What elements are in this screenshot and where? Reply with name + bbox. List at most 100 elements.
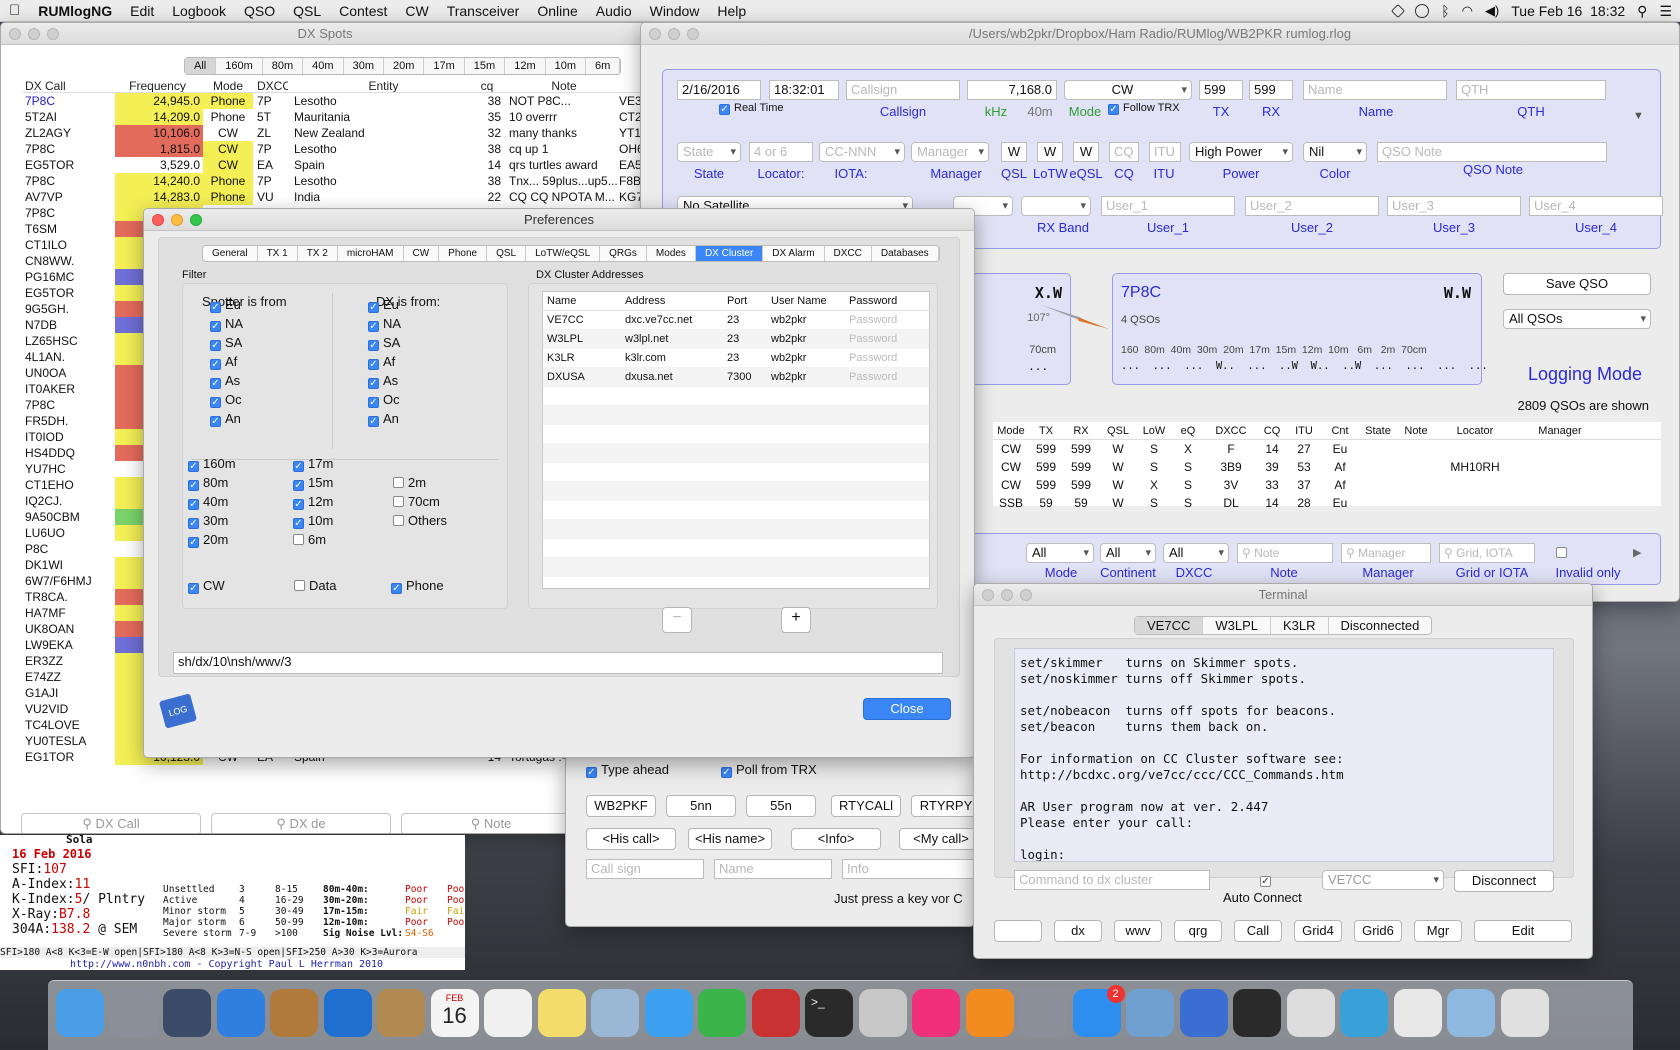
menu-logbook[interactable]: Logbook bbox=[163, 3, 235, 19]
minimize-button[interactable] bbox=[28, 28, 40, 40]
menu-edit[interactable]: Edit bbox=[121, 3, 163, 19]
apple-menu-icon[interactable]:  bbox=[0, 2, 29, 19]
follow-trx-checkbox[interactable]: ✓ Follow TRX bbox=[1108, 102, 1180, 115]
menu-cw[interactable]: CW bbox=[396, 3, 437, 19]
band-20m[interactable]: 20m bbox=[384, 58, 425, 74]
edit-button[interactable]: Edit bbox=[1474, 920, 1572, 942]
address-row[interactable]: K3LR k3lr.com 23 wb2pkr Password bbox=[543, 349, 929, 368]
band-160m-checkbox[interactable]: ✓ 160m bbox=[188, 456, 236, 472]
trash-icon[interactable] bbox=[1500, 989, 1549, 1037]
log-col-header[interactable]: Locator bbox=[1435, 422, 1515, 439]
safari-icon[interactable] bbox=[216, 989, 265, 1037]
keyer-callsign-field[interactable]: Call sign bbox=[586, 859, 704, 879]
spotter-af-checkbox[interactable]: ✓ Af bbox=[210, 354, 237, 370]
messages-icon[interactable] bbox=[644, 989, 693, 1037]
app-store-icon[interactable]: 2 bbox=[1072, 985, 1125, 1037]
preview-icon[interactable] bbox=[591, 989, 639, 1037]
zoom-button[interactable] bbox=[687, 28, 699, 40]
filter-dxcc-select[interactable]: All bbox=[1163, 543, 1229, 563]
col-dxcc[interactable]: DXCC bbox=[253, 79, 288, 92]
log-col-header[interactable]: eQ bbox=[1171, 422, 1205, 439]
qth-field[interactable]: QTH bbox=[1456, 80, 1606, 100]
notification-center-icon[interactable]: ☰ bbox=[1659, 3, 1672, 20]
log-col-header[interactable]: RX bbox=[1063, 422, 1099, 439]
zoom-button[interactable] bbox=[190, 214, 202, 226]
col-note[interactable]: Note bbox=[501, 79, 619, 92]
tab-w3lpl[interactable]: W3LPL bbox=[1203, 617, 1271, 634]
minimize-button[interactable] bbox=[668, 28, 680, 40]
spot-row[interactable]: EG5TOR 3,529.0 CW EA Spain 14 qrs turtles awar… bbox=[23, 157, 643, 173]
rx-rst-field[interactable]: 599 bbox=[1249, 80, 1293, 100]
calendar-icon[interactable]: FEB 16 bbox=[430, 989, 479, 1037]
expand-arrow-icon[interactable]: ▼ bbox=[1633, 110, 1644, 122]
zoom-button[interactable] bbox=[47, 28, 59, 40]
col-password[interactable]: Password bbox=[845, 292, 925, 310]
dx-na-checkbox[interactable]: ✓ NA bbox=[368, 316, 401, 332]
tab-ve7cc[interactable]: VE7CC bbox=[1135, 617, 1204, 634]
date-field[interactable]: 2/16/2016 bbox=[677, 80, 761, 100]
rx-band-select[interactable] bbox=[1021, 196, 1091, 216]
band-40m[interactable]: 40m bbox=[303, 58, 344, 74]
dx-as-checkbox[interactable]: ✓ As bbox=[368, 373, 398, 389]
rotor-icon[interactable] bbox=[1233, 989, 1281, 1037]
macro-his-name[interactable]: <His name> bbox=[688, 828, 772, 850]
col-name[interactable]: Name bbox=[543, 292, 621, 310]
grid6-button[interactable]: Grid6 bbox=[1354, 920, 1402, 942]
tab-databases[interactable]: Databases bbox=[872, 246, 939, 261]
spotter-oc-checkbox[interactable]: ✓ Oc bbox=[210, 392, 242, 408]
minimize-button[interactable] bbox=[1001, 589, 1013, 601]
macro-55n[interactable]: 55n bbox=[746, 795, 816, 817]
spot-row[interactable]: ZL2AGY 10,106.0 CW ZL New Zealand 32 many than… bbox=[23, 125, 643, 141]
terminal-blank-button[interactable] bbox=[994, 920, 1042, 942]
log-row[interactable]: CW 599 599 W S X F 14 27 Eu bbox=[993, 440, 1661, 458]
band-160m[interactable]: 160m bbox=[216, 58, 263, 74]
macro-rtycall[interactable]: RTYCALl bbox=[831, 795, 901, 817]
log-col-header[interactable]: DXCC bbox=[1205, 422, 1257, 439]
note-search[interactable]: ⚲ Note bbox=[401, 813, 581, 833]
log-col-header[interactable]: LoW bbox=[1137, 422, 1171, 439]
log-col-header[interactable]: ITU bbox=[1287, 422, 1321, 439]
macro-info[interactable]: <Info> bbox=[791, 828, 881, 850]
band-2m-checkbox[interactable]: 2m bbox=[393, 475, 426, 490]
ibooks-icon[interactable] bbox=[965, 989, 1014, 1037]
filter-grid-field[interactable]: ⚲ Grid, IOTA bbox=[1439, 543, 1535, 563]
band-17m[interactable]: 17m bbox=[424, 58, 465, 74]
notes-icon[interactable] bbox=[537, 989, 586, 1037]
tab-modes[interactable]: Modes bbox=[647, 246, 696, 261]
document-icon[interactable] bbox=[1393, 989, 1442, 1037]
dx-sa-checkbox[interactable]: ✓ SA bbox=[368, 335, 400, 351]
menu-qso[interactable]: QSO bbox=[235, 3, 284, 19]
band-12m-checkbox[interactable]: ✓ 12m bbox=[293, 494, 333, 510]
menu-contest[interactable]: Contest bbox=[330, 3, 396, 19]
grid4-button[interactable]: Grid4 bbox=[1294, 920, 1342, 942]
iota-select[interactable]: CC-NNN bbox=[819, 142, 905, 162]
log-col-header[interactable]: Note bbox=[1397, 422, 1435, 439]
macro-wb2pkf[interactable]: WB2PKF bbox=[586, 795, 656, 817]
col-port[interactable]: Port bbox=[723, 292, 767, 310]
eqsl-field[interactable]: W bbox=[1073, 142, 1099, 162]
log-col-header[interactable]: State bbox=[1359, 422, 1397, 439]
call-button[interactable]: Call bbox=[1234, 920, 1282, 942]
launchpad-icon[interactable] bbox=[109, 989, 158, 1037]
type-ahead-checkbox[interactable]: ✓ Type ahead bbox=[586, 762, 669, 778]
folder-icon[interactable] bbox=[1447, 989, 1495, 1037]
mode-phone-checkbox[interactable]: ✓ Phone bbox=[391, 578, 444, 594]
col-entity[interactable]: Entity bbox=[288, 79, 473, 92]
menu-audio[interactable]: Audio bbox=[587, 3, 641, 19]
auto-connect-checkbox[interactable]: ✓ bbox=[1260, 872, 1275, 887]
macro-his-call[interactable]: <His call> bbox=[586, 828, 676, 850]
log-col-header[interactable]: QSL bbox=[1099, 422, 1137, 439]
dx-button[interactable]: dx bbox=[1054, 920, 1102, 942]
wwv-button[interactable]: wwv bbox=[1114, 920, 1162, 942]
frequency-field[interactable]: 7,168.0 bbox=[967, 80, 1057, 100]
state-select[interactable]: State bbox=[677, 142, 741, 162]
tab-disconnected[interactable]: Disconnected bbox=[1329, 617, 1432, 634]
spotlight-icon[interactable]: ⚲ bbox=[1637, 3, 1647, 20]
menu-window[interactable]: Window bbox=[641, 3, 709, 19]
band-10m[interactable]: 10m bbox=[546, 58, 587, 74]
tab-cw[interactable]: CW bbox=[404, 246, 440, 261]
tab-microham[interactable]: microHAM bbox=[338, 246, 404, 261]
band-6m[interactable]: 6m bbox=[586, 58, 621, 74]
dx-an-checkbox[interactable]: ✓ An bbox=[368, 411, 399, 427]
keyer-name-field[interactable]: Name bbox=[714, 859, 832, 879]
